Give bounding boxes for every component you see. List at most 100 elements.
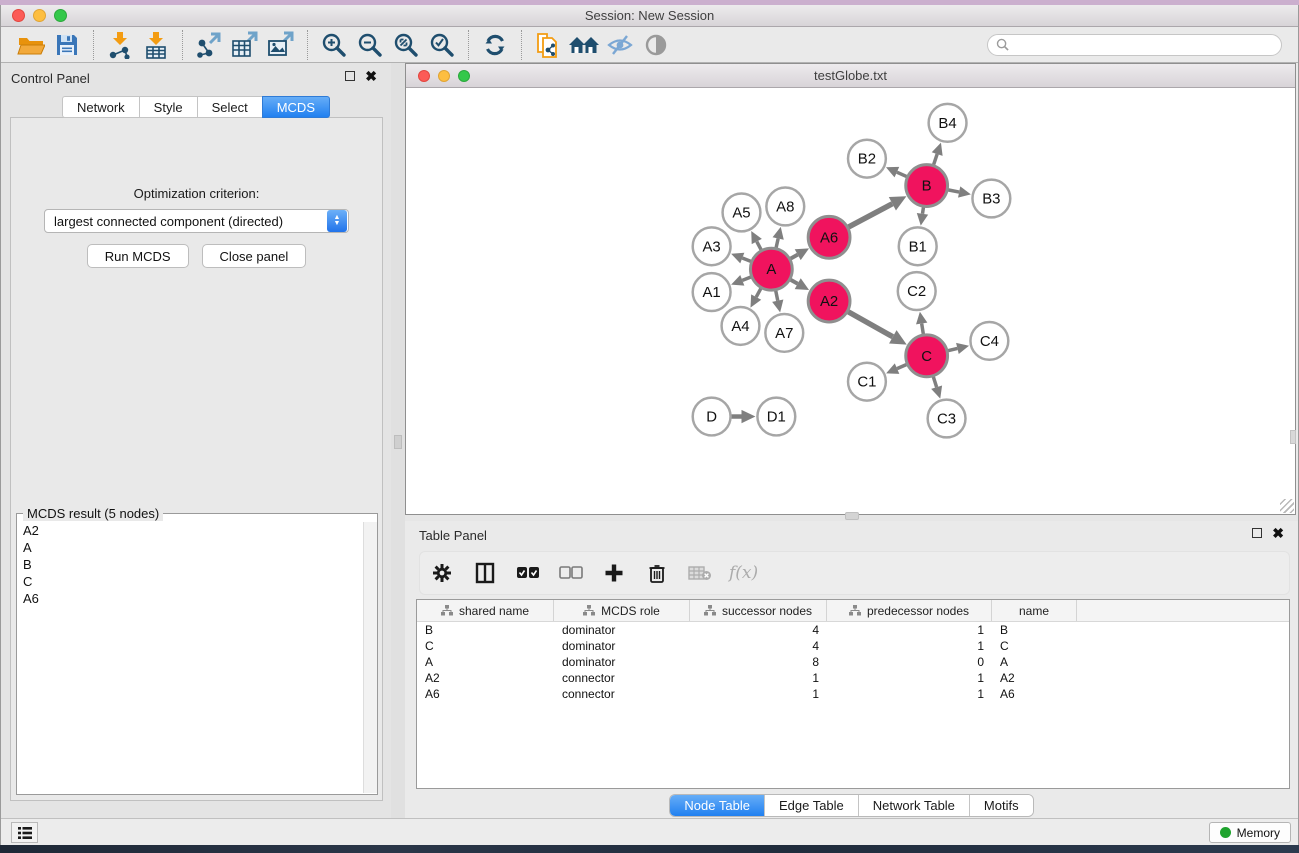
mcds-result-item[interactable]: A6 <box>18 590 362 607</box>
column-header-shared-name[interactable]: shared name <box>417 600 554 621</box>
zoom-out-button[interactable] <box>352 30 388 60</box>
close-panel-icon[interactable]: ✖ <box>1272 528 1284 538</box>
mcds-result-item[interactable]: B <box>18 556 362 573</box>
table-panel-title: Table Panel <box>419 528 487 543</box>
clone-network-button[interactable] <box>530 30 566 60</box>
close-panel-button[interactable]: Close panel <box>202 244 307 268</box>
apply-layout-button[interactable] <box>477 30 513 60</box>
tab-style[interactable]: Style <box>139 96 197 118</box>
task-history-button[interactable] <box>11 822 38 843</box>
tab-network[interactable]: Network <box>62 96 139 118</box>
mcds-result-item[interactable]: A <box>18 539 362 556</box>
edge-A-A4[interactable] <box>756 288 761 297</box>
table-cell: 1 <box>827 671 992 685</box>
edge-A-A7[interactable] <box>776 291 778 301</box>
column-header-name[interactable]: name <box>992 600 1077 621</box>
table-row[interactable]: Adominator80A <box>417 654 1289 670</box>
table-row[interactable]: A2connector11A2 <box>417 670 1289 686</box>
import-network-button[interactable] <box>102 30 138 60</box>
table-cell: B <box>417 623 554 637</box>
run-mcds-button[interactable]: Run MCDS <box>87 244 189 268</box>
tab-select[interactable]: Select <box>197 96 262 118</box>
edge-A-A3[interactable] <box>742 258 751 261</box>
edge-B-B1[interactable] <box>922 207 923 214</box>
delete-column-button[interactable] <box>643 558 671 588</box>
toolbar-separator <box>468 30 469 60</box>
plus-icon <box>604 563 624 583</box>
network-canvas[interactable]: B4B2BB3B1A5A8A6A3AA1A2A4A7C2CC4C1C3DD1 <box>406 88 1295 514</box>
edge-C-C4[interactable] <box>948 348 957 350</box>
edge-A-A1[interactable] <box>742 277 751 280</box>
edge-A-A6[interactable] <box>791 255 798 259</box>
table-cell: 1 <box>690 671 827 685</box>
mcds-result-scrollbar[interactable] <box>363 522 377 793</box>
divider-grip[interactable] <box>394 435 402 449</box>
table-row[interactable]: Cdominator41C <box>417 638 1289 654</box>
mcds-result-item[interactable]: A2 <box>18 522 362 539</box>
node-label-B2: B2 <box>858 151 876 168</box>
zoom-fit-button[interactable] <box>388 30 424 60</box>
node-label-C1: C1 <box>857 374 876 391</box>
edge-C-C2[interactable] <box>922 324 924 335</box>
zoom-selected-button[interactable] <box>424 30 460 60</box>
table-row[interactable]: A6connector11A6 <box>417 686 1289 702</box>
search-field[interactable] <box>987 34 1282 56</box>
tab-motifs[interactable]: Motifs <box>970 795 1033 816</box>
save-session-button[interactable] <box>49 30 85 60</box>
columns-icon <box>475 562 495 584</box>
network-window-titlebar: testGlobe.txt <box>406 64 1295 88</box>
tab-mcds[interactable]: MCDS <box>262 96 330 118</box>
column-header-successor-nodes[interactable]: successor nodes <box>690 600 827 621</box>
edge-A2-C[interactable] <box>848 312 893 337</box>
tab-node-table[interactable]: Node Table <box>670 795 765 816</box>
divider-grip[interactable] <box>845 512 859 520</box>
export-network-button[interactable] <box>191 30 227 60</box>
edge-B-B4[interactable] <box>934 154 938 165</box>
edge-C-C3[interactable] <box>933 377 936 388</box>
edge-A-A8[interactable] <box>776 239 778 248</box>
zoom-in-button[interactable] <box>316 30 352 60</box>
open-session-button[interactable] <box>13 30 49 60</box>
network-resize-grip[interactable] <box>1280 499 1294 513</box>
close-panel-icon[interactable]: ✖ <box>365 71 377 81</box>
show-columns-button[interactable] <box>471 558 499 588</box>
table-cell: A2 <box>992 671 1077 685</box>
import-table-button[interactable] <box>138 30 174 60</box>
float-panel-icon[interactable] <box>1252 528 1262 538</box>
tab-edge-table[interactable]: Edge Table <box>765 795 859 816</box>
search-input[interactable] <box>1014 38 1273 52</box>
edge-C-C1[interactable] <box>897 365 906 369</box>
table-settings-button[interactable] <box>428 558 456 588</box>
edge-A6-B[interactable] <box>848 204 892 227</box>
export-image-button[interactable] <box>263 30 299 60</box>
delete-table-button <box>686 558 714 588</box>
optimization-criterion-dropdown[interactable]: largest connected component (directed) ▲… <box>44 209 349 233</box>
hide-selected-button[interactable] <box>602 30 638 60</box>
column-header-MCDS-role[interactable]: MCDS role <box>554 600 690 621</box>
network-view-window: testGlobe.txt B4B2BB3B1A5A8A6A3AA1A2A4A7… <box>405 63 1296 515</box>
edge-B-B3[interactable] <box>948 190 959 192</box>
column-header-label: name <box>1019 604 1049 618</box>
deselect-all-button[interactable] <box>557 558 585 588</box>
edge-arrowhead <box>956 343 969 354</box>
show-home-button[interactable] <box>566 30 602 60</box>
main-toolbar <box>1 27 1298 63</box>
add-column-button[interactable] <box>600 558 628 588</box>
edge-arrowhead <box>932 143 943 156</box>
show-eye-button[interactable] <box>638 30 674 60</box>
tab-network-table[interactable]: Network Table <box>859 795 970 816</box>
column-header-predecessor-nodes[interactable]: predecessor nodes <box>827 600 992 621</box>
table-cell: 1 <box>690 687 827 701</box>
network-right-divider-grip[interactable] <box>1290 430 1296 444</box>
panel-divider-vertical[interactable] <box>391 63 405 818</box>
edge-A-A2[interactable] <box>791 280 798 284</box>
select-all-button[interactable] <box>514 558 542 588</box>
edge-B-B2[interactable] <box>897 172 907 176</box>
float-panel-icon[interactable] <box>345 71 355 81</box>
export-table-button[interactable] <box>227 30 263 60</box>
table-row[interactable]: Bdominator41B <box>417 622 1289 638</box>
memory-button[interactable]: Memory <box>1209 822 1291 843</box>
edge-A-A5[interactable] <box>757 242 761 250</box>
mcds-result-item[interactable]: C <box>18 573 362 590</box>
table-cell: 1 <box>827 687 992 701</box>
